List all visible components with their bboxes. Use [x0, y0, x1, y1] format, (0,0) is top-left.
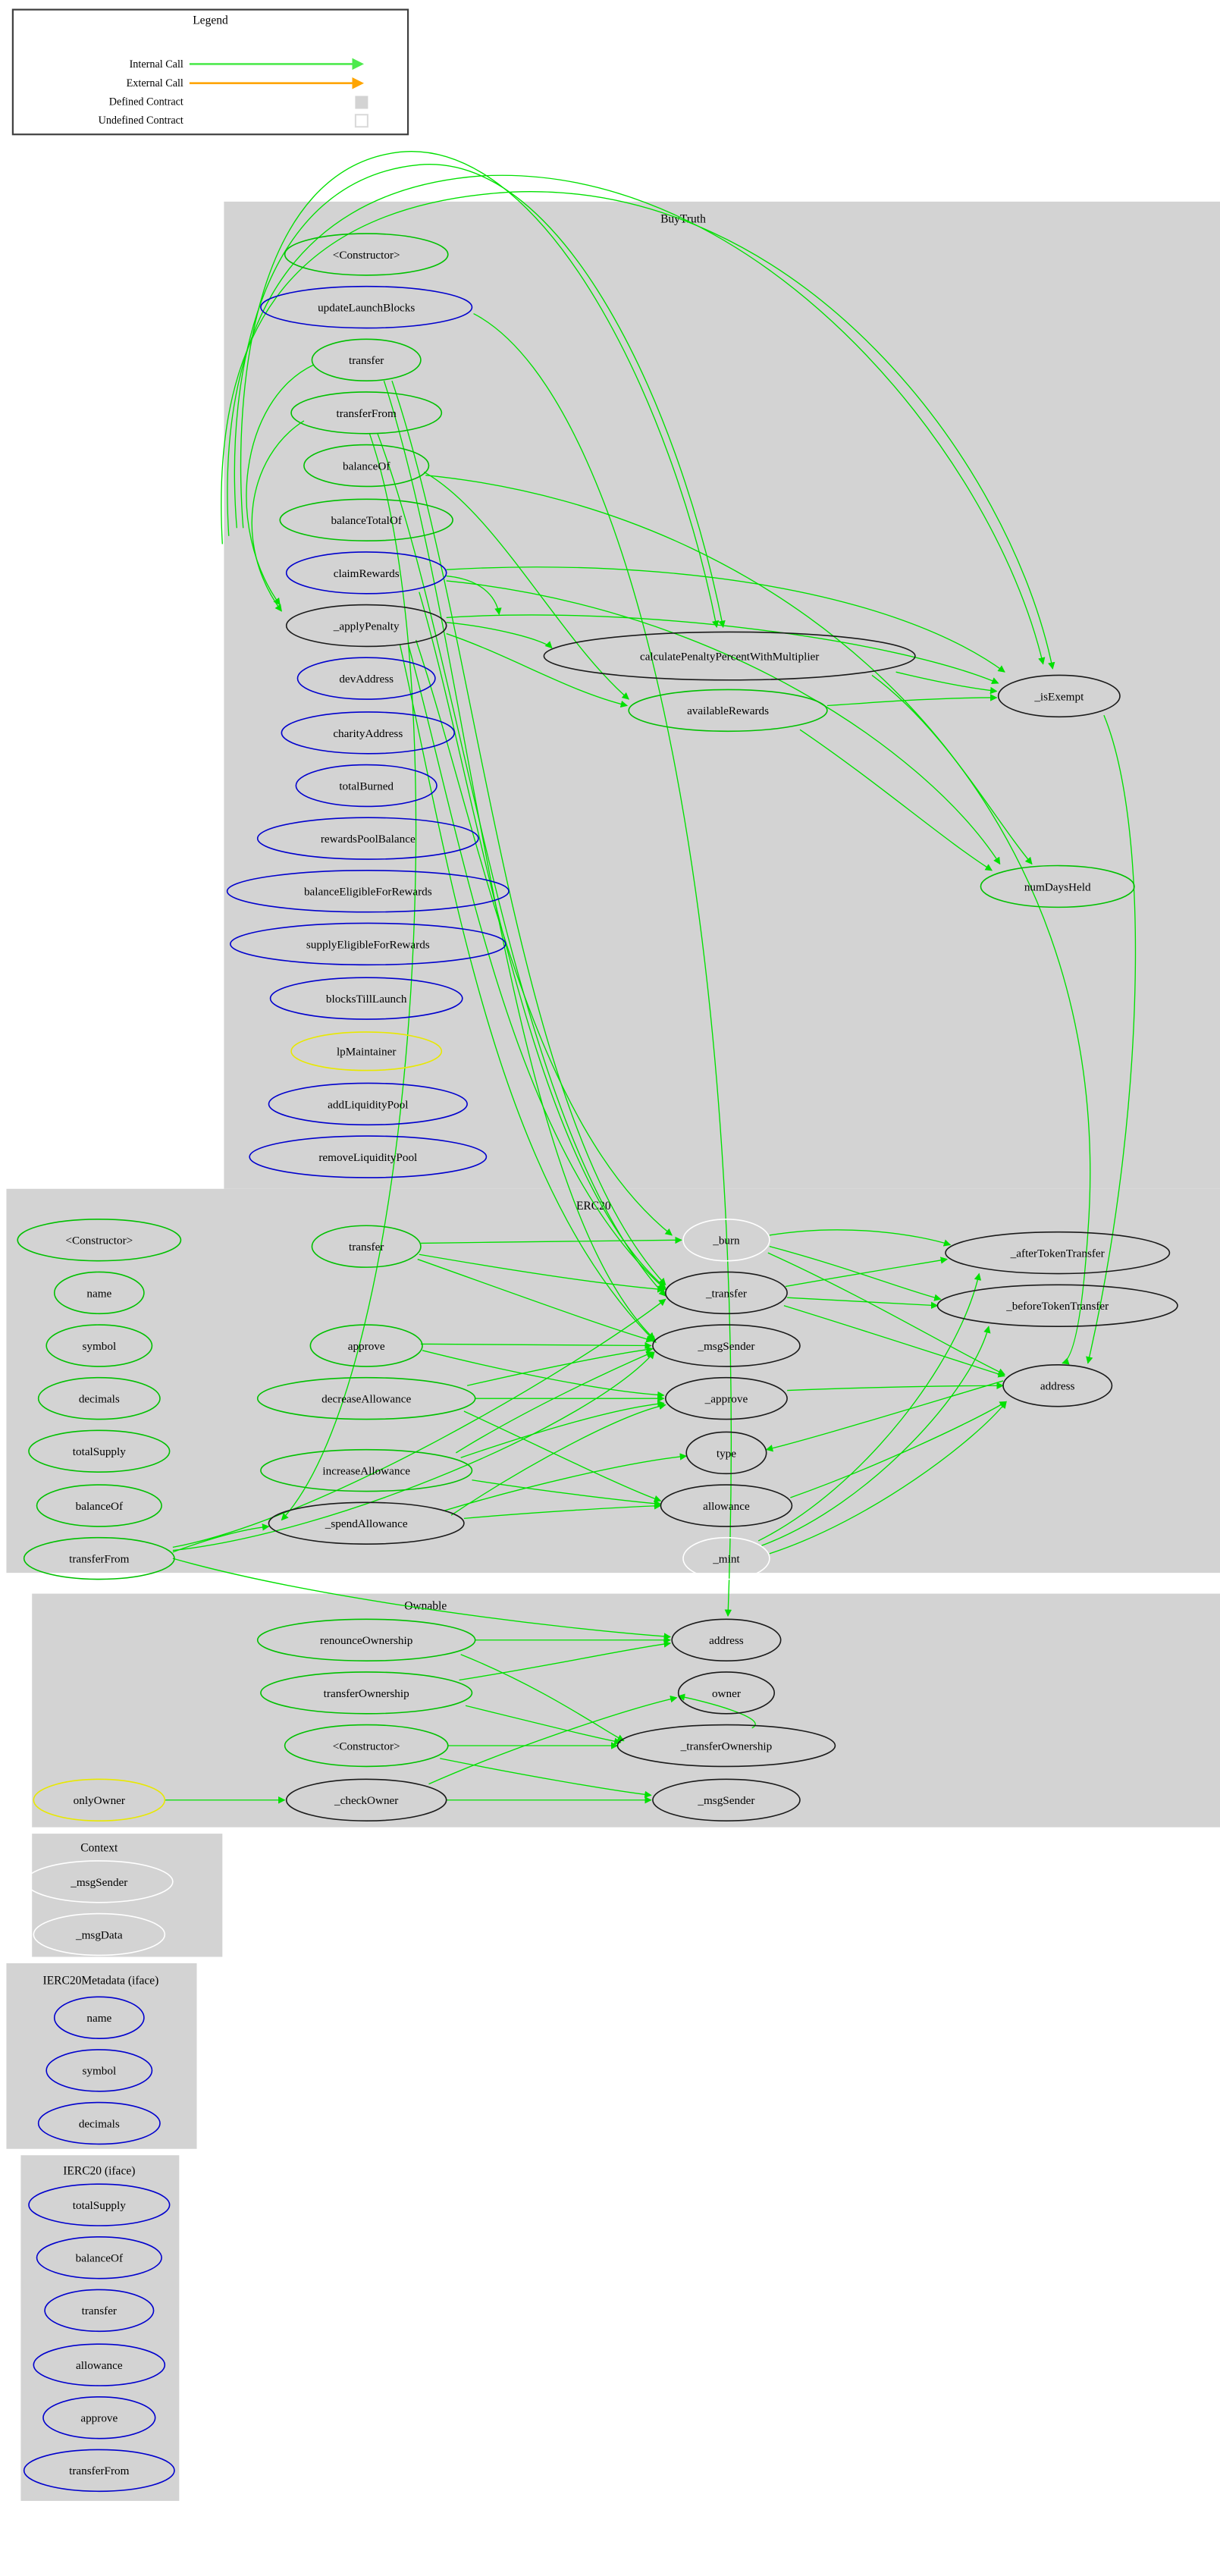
node-label: _applyPenalty: [333, 620, 400, 632]
node-label: symbol: [82, 1340, 116, 1353]
node-label: charityAddress: [333, 727, 403, 740]
node-label: balanceEligibleForRewards: [304, 886, 432, 899]
node-label: availableRewards: [687, 704, 769, 717]
node-label: balanceOf: [76, 2252, 124, 2265]
node-label: claimRewards: [334, 567, 400, 580]
node-label: transfer: [82, 2305, 117, 2317]
node-label: _checkOwner: [334, 1794, 398, 1807]
legend-swatch-icon: [355, 96, 369, 109]
node-label: totalSupply: [73, 2199, 126, 2212]
legend-item-label: Defined Contract: [109, 96, 183, 108]
node-label: _isExempt: [1033, 690, 1084, 703]
node-label: transfer: [349, 1241, 384, 1253]
node-label: _msgSender: [697, 1794, 754, 1807]
node-label: <Constructor>: [333, 1740, 400, 1752]
node-label: rewardsPoolBalance: [321, 833, 416, 846]
node-label: <Constructor>: [65, 1235, 133, 1247]
node-label: balanceOf: [76, 1500, 124, 1513]
node-label: type: [717, 1447, 736, 1460]
node-label: balanceTotalOf: [331, 514, 402, 527]
node-label: _burn: [712, 1235, 740, 1247]
node-label: allowance: [76, 2359, 123, 2372]
node-label: _msgData: [75, 1928, 123, 1941]
node-label: totalSupply: [73, 1445, 126, 1458]
node-label: allowance: [703, 1500, 750, 1513]
node-label: supplyEligibleForRewards: [306, 938, 430, 951]
node-label: transferFrom: [69, 2465, 129, 2477]
node-label: name: [86, 1287, 111, 1300]
cluster-background: [32, 1834, 223, 1957]
legend-swatch-icon: [354, 114, 369, 128]
node-label: owner: [712, 1687, 741, 1700]
cluster-label: IERC20Metadata (iface): [43, 1974, 159, 1987]
node-label: increaseAllowance: [322, 1464, 410, 1477]
legend-box: [11, 8, 409, 136]
node-label: name: [86, 2012, 111, 2025]
call-graph-canvas: BuyTruth ERC20 Ownable Context IERC20Metadat…: [0, 0, 1220, 2576]
node-label: _msgSender: [697, 1340, 754, 1353]
node-label: onlyOwner: [74, 1794, 125, 1807]
node-label: removeLiquidityPool: [318, 1151, 417, 1164]
legend-item-label: External Call: [127, 77, 183, 89]
node-label: address: [1040, 1380, 1075, 1393]
node-label: addLiquidityPool: [328, 1098, 408, 1111]
legend-title: Legend: [193, 14, 228, 27]
cluster-label: IERC20 (iface): [63, 2164, 135, 2177]
node-label: _beforeTokenTransfer: [1005, 1300, 1109, 1313]
cluster-group: BuyTruthERC20OwnableContextIERC20Metadat…: [6, 201, 1220, 2501]
node-label: <Constructor>: [333, 249, 400, 262]
cluster-context: Context: [32, 1834, 223, 1957]
node-label: blocksTillLaunch: [326, 993, 407, 1006]
node-label: approve: [348, 1340, 385, 1353]
node-label: address: [709, 1634, 744, 1647]
node-label: numDaysHeld: [1024, 880, 1091, 893]
legend-item-label: Internal Call: [130, 58, 183, 71]
node-label: _spendAllowance: [325, 1517, 408, 1530]
node-label: _msgSender: [70, 1876, 127, 1889]
legend-group: Legend Internal Call External Call Defined …: [11, 8, 409, 136]
node-label: decimals: [79, 2117, 120, 2130]
node-label: updateLaunchBlocks: [318, 302, 415, 315]
node-label: transferOwnership: [324, 1687, 409, 1700]
node-label: _mint: [712, 1553, 740, 1566]
node-label: _afterTokenTransfer: [1010, 1247, 1105, 1260]
node-label: symbol: [82, 2065, 116, 2078]
node-label: lpMaintainer: [337, 1046, 396, 1059]
cluster-label: Context: [80, 1841, 118, 1854]
node-label: renounceOwnership: [320, 1634, 412, 1647]
node-label: transfer: [349, 354, 384, 367]
node-label: totalBurned: [339, 780, 394, 792]
node-label: transferFrom: [337, 407, 397, 420]
node-label: devAddress: [339, 673, 394, 686]
node-label: calculatePenaltyPercentWithMultiplier: [640, 651, 819, 664]
node-label: approve: [80, 2412, 118, 2425]
node-label: _transfer: [705, 1287, 747, 1300]
legend-item-label: Undefined Contract: [99, 115, 183, 127]
node-label: decreaseAllowance: [321, 1393, 411, 1406]
node-label: balanceOf: [343, 460, 390, 472]
node-label: _transferOwnership: [680, 1740, 773, 1752]
node-label: transferFrom: [69, 1553, 129, 1566]
node-label: decimals: [79, 1393, 120, 1406]
solidity-call-graph-svg: BuyTruthERC20OwnableContextIERC20Metadat…: [6, 8, 1220, 2501]
node-label: _approve: [704, 1393, 748, 1406]
